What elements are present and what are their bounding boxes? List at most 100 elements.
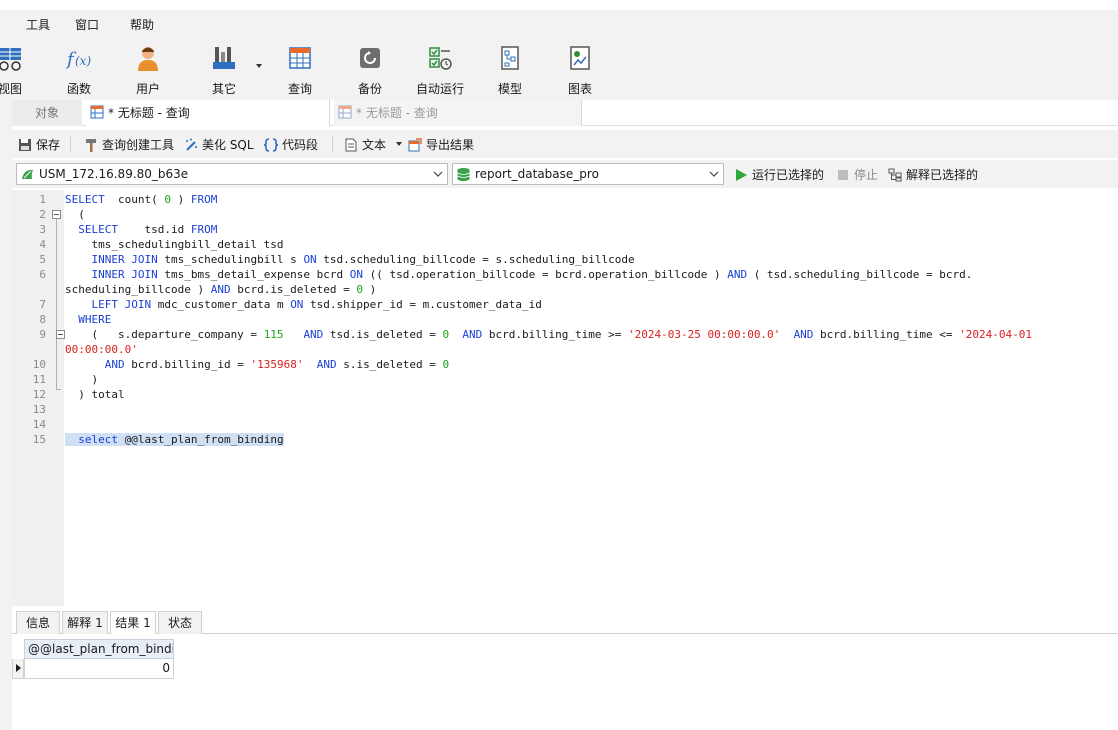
- text-label: 文本: [362, 138, 387, 152]
- tab-status[interactable]: 状态: [158, 611, 202, 634]
- query-builder-label: 查询创建工具: [102, 138, 175, 152]
- line-number: 10: [32, 358, 46, 371]
- code-line: ) total: [65, 388, 125, 401]
- code-line: scheduling_billcode ) AND bcrd.is_delete…: [65, 283, 377, 296]
- line-number: 4: [39, 238, 46, 251]
- query-tab-icon: [90, 105, 104, 119]
- code-line: 00:00:00.0': [65, 343, 138, 356]
- export-icon: [408, 138, 422, 152]
- code-line: LEFT JOIN mdc_customer_data m ON tsd.shi…: [91, 298, 542, 311]
- row-selector-icon[interactable]: [12, 659, 24, 679]
- query-toolbar: 保存 查询创建工具 美化 SQL 代码段 文本 导出结果: [12, 130, 1118, 158]
- query-tab-icon: [338, 105, 352, 119]
- code-line: INNER JOIN tms_bms_detail_expense bcrd O…: [91, 268, 973, 281]
- line-number: 2: [39, 208, 46, 221]
- ribbon-model-label: 模型: [497, 82, 522, 96]
- tab-info[interactable]: 信息: [16, 611, 60, 634]
- fold-toggle[interactable]: [56, 330, 65, 339]
- line-number: 9: [39, 328, 46, 341]
- sql-code[interactable]: SELECT count( 0 ) FROM ( SELECT tsd.id F…: [65, 190, 1118, 447]
- document-icon: [345, 138, 357, 152]
- save-label: 保存: [36, 138, 61, 152]
- code-line: SELECT count( 0 ) FROM: [65, 193, 218, 206]
- tab-query-label: * 无标题 - 查询: [108, 106, 190, 120]
- ribbon-query-label: 查询: [287, 82, 312, 96]
- tab-query-inactive[interactable]: * 无标题 - 查询: [334, 100, 582, 126]
- export-results-button[interactable]: 导出结果: [408, 136, 474, 154]
- ribbon-autorun-label: 自动运行: [415, 82, 464, 96]
- ribbon-backup-button[interactable]: 备份: [340, 40, 400, 98]
- ribbon-toolbar: 视图 f (x) 函数 用户 其它 查询 备份 自动运行 模型 图表: [0, 36, 1118, 100]
- chevron-down-icon[interactable]: [256, 64, 262, 68]
- column-header[interactable]: @@last_plan_from_binding: [24, 639, 174, 659]
- explain-selected-button[interactable]: 解释已选择的: [888, 166, 978, 184]
- left-collapsed-panel[interactable]: [0, 100, 12, 730]
- explain-selected-label: 解释已选择的: [906, 168, 979, 182]
- ribbon-other-button[interactable]: 其它: [194, 40, 254, 98]
- schedule-icon: [429, 47, 452, 70]
- chevron-down-icon: [433, 171, 443, 177]
- code-line: ): [65, 373, 99, 386]
- tab-explain[interactable]: 解释 1: [62, 611, 108, 634]
- user-icon: [138, 47, 158, 71]
- toolbar-divider: [70, 136, 71, 152]
- beautify-sql-label: 美化 SQL: [202, 138, 254, 152]
- chevron-down-icon[interactable]: [396, 142, 402, 146]
- connection-name: USM_172.16.89.80_b63e: [39, 167, 189, 181]
- backup-icon: [360, 48, 380, 68]
- query-builder-button[interactable]: 查询创建工具: [84, 136, 174, 154]
- ribbon-autorun-button[interactable]: 自动运行: [410, 40, 470, 98]
- tab-result[interactable]: 结果 1: [110, 611, 156, 635]
- grid-cell[interactable]: 0: [24, 659, 174, 679]
- connection-bar: USM_172.16.89.80_b63e report_database_pr…: [12, 160, 1118, 188]
- tab-query-active[interactable]: * 无标题 - 查询: [86, 100, 330, 126]
- toolbar-divider: [332, 136, 333, 152]
- fold-guide-end: [56, 389, 61, 390]
- play-icon: [736, 169, 747, 181]
- text-button[interactable]: 文本: [344, 136, 386, 154]
- line-number: 5: [39, 253, 46, 266]
- connection-select[interactable]: USM_172.16.89.80_b63e: [16, 163, 448, 185]
- ribbon-backup-label: 备份: [357, 82, 382, 96]
- run-selected-button[interactable]: 运行已选择的: [734, 166, 824, 184]
- ribbon-function-button[interactable]: f (x) 函数: [49, 40, 109, 98]
- line-number: 11: [32, 373, 46, 386]
- ribbon-function-label: 函数: [66, 82, 91, 96]
- ribbon-chart-button[interactable]: 图表: [550, 40, 610, 98]
- fold-toggle[interactable]: [52, 210, 61, 219]
- fold-guide: [56, 219, 57, 389]
- tools-icon: [213, 47, 235, 69]
- menu-tools[interactable]: 工具: [26, 16, 50, 33]
- stop-button[interactable]: 停止: [836, 166, 878, 184]
- ribbon-view-button[interactable]: 视图: [0, 40, 40, 98]
- code-snippet-button[interactable]: 代码段: [264, 136, 318, 154]
- line-number: 12: [32, 388, 46, 401]
- line-number: 13: [32, 403, 46, 416]
- magic-wand-icon: [186, 138, 197, 151]
- connection-icon: [22, 169, 33, 179]
- menu-help[interactable]: 帮助: [130, 16, 154, 33]
- model-icon: [501, 46, 519, 70]
- ribbon-query-button[interactable]: 查询: [270, 40, 330, 98]
- beautify-sql-button[interactable]: 美化 SQL: [184, 136, 254, 154]
- save-button[interactable]: 保存: [18, 136, 60, 154]
- code-line: AND bcrd.billing_id = '135968' AND s.is_…: [104, 358, 450, 371]
- database-select[interactable]: report_database_pro: [452, 163, 724, 185]
- tab-objects[interactable]: 对象: [12, 100, 82, 126]
- result-grid: @@last_plan_from_binding 0: [12, 634, 1118, 730]
- stop-icon: [838, 170, 848, 180]
- editor-gutter: 1 2 3 4 5 6 7 8 9 10 11 12 13 14 15: [12, 190, 65, 606]
- view-icon: [0, 48, 21, 71]
- line-number: 14: [32, 418, 46, 431]
- run-selected-label: 运行已选择的: [752, 168, 825, 182]
- line-number: 1: [39, 193, 46, 206]
- ribbon-model-button[interactable]: 模型: [480, 40, 540, 98]
- menu-window[interactable]: 窗口: [75, 16, 99, 33]
- sql-editor[interactable]: 1 2 3 4 5 6 7 8 9 10 11 12 13 14 15 SELE…: [12, 190, 1118, 606]
- code-line: WHERE: [78, 313, 112, 326]
- code-line-selected: select @@last_plan_from_binding: [65, 432, 284, 447]
- line-number: 8: [39, 313, 46, 326]
- code-line: ( s.departure_company = 115 AND tsd.is_d…: [65, 328, 1032, 341]
- ribbon-user-label: 用户: [135, 82, 160, 96]
- ribbon-user-button[interactable]: 用户: [118, 40, 178, 98]
